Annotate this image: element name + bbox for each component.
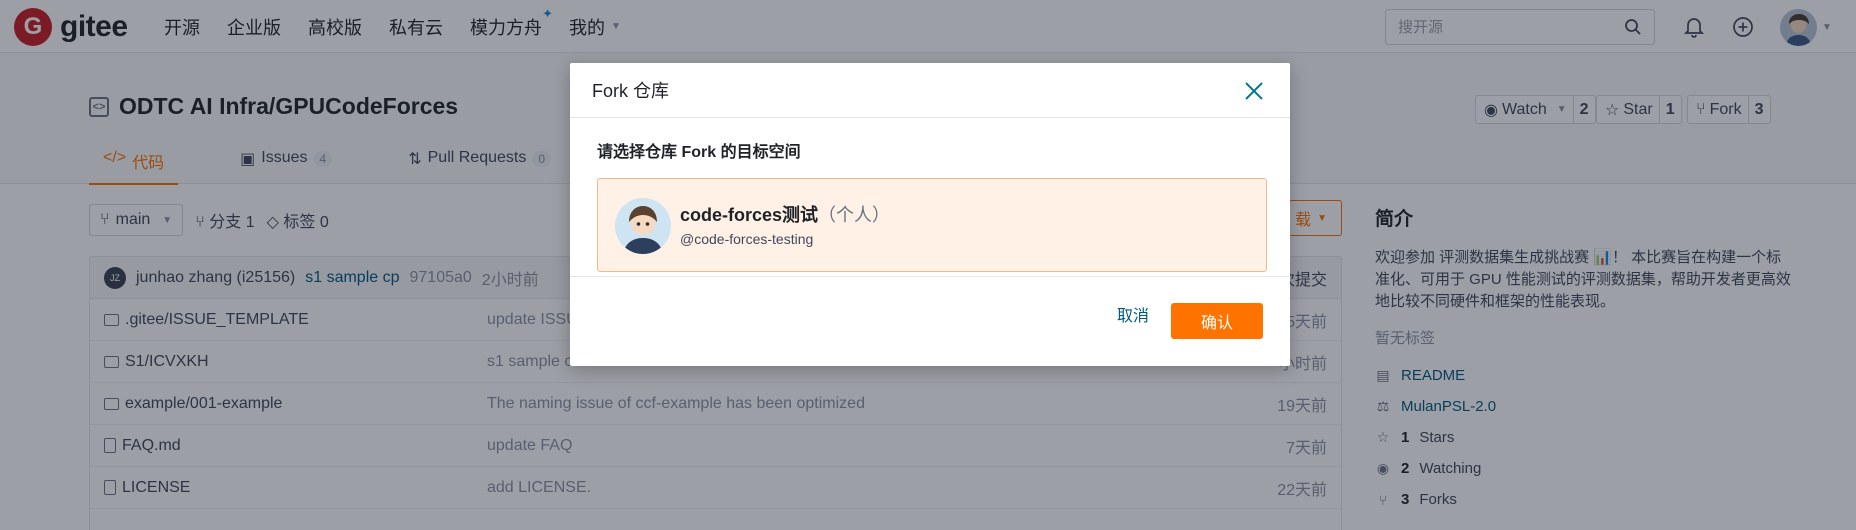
- fork-target-option[interactable]: code-forces测试（个人） @code-forces-testing: [597, 178, 1267, 272]
- cancel-button[interactable]: 取消: [1117, 302, 1149, 326]
- dialog-body: 请选择仓库 Fork 的目标空间 code-forces测试（个人） @code…: [570, 138, 1290, 272]
- dialog-header: Fork 仓库: [570, 63, 1290, 118]
- target-type: （个人）: [818, 205, 891, 225]
- confirm-button[interactable]: 确认: [1171, 303, 1263, 339]
- fork-dialog: Fork 仓库 请选择仓库 Fork 的目标空间 code-forces测试（个…: [570, 63, 1290, 366]
- dialog-question: 请选择仓库 Fork 的目标空间: [597, 144, 801, 161]
- target-avatar: [615, 198, 671, 254]
- target-handle: @code-forces-testing: [680, 231, 814, 247]
- dialog-footer: 取消 确认: [570, 276, 1290, 366]
- target-name-text: code-forces测试: [680, 205, 819, 225]
- close-icon[interactable]: [1240, 77, 1268, 105]
- target-name: code-forces测试（个人）: [680, 201, 890, 227]
- dialog-title: Fork 仓库: [592, 81, 670, 101]
